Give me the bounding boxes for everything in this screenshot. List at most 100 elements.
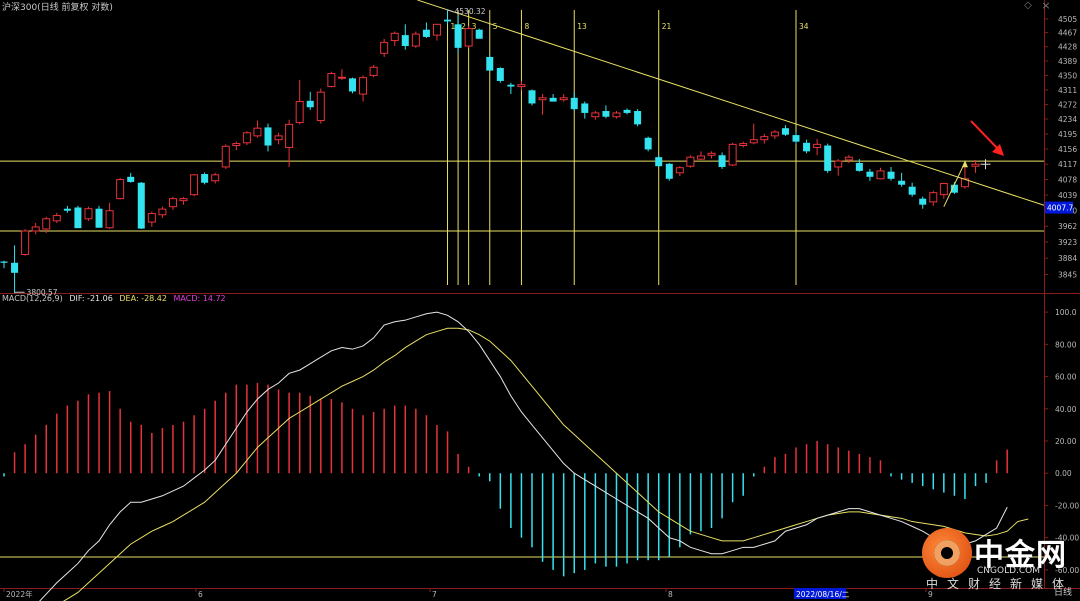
candle-body <box>127 176 135 182</box>
fib-time-label: 13 <box>577 22 587 31</box>
diamond-icon[interactable]: ◇ <box>1022 0 1034 12</box>
candle-body <box>221 145 230 168</box>
candle-body <box>253 127 262 137</box>
price-axis-label: 4039 <box>1058 191 1077 200</box>
candle-body <box>813 143 822 148</box>
candle-body <box>327 73 336 88</box>
red-arrow-icon <box>970 120 1001 152</box>
price-axis-label: 4272 <box>1058 101 1077 110</box>
candle-body <box>739 143 748 147</box>
candle-body <box>908 186 916 195</box>
candle-body <box>190 174 199 196</box>
instrument-title[interactable]: 沪深300(日线 前复权 对数) <box>2 3 113 13</box>
candle-body <box>634 111 642 125</box>
dif-value: DIF: -21.06 <box>69 294 113 303</box>
candle-body <box>707 152 716 156</box>
macd-axis-label: 0.00 <box>1055 469 1072 478</box>
candle-body <box>264 127 272 146</box>
candle-body <box>432 23 441 36</box>
macd-axis-label: 20.00 <box>1055 437 1077 446</box>
candle-body <box>306 100 314 108</box>
candle-body <box>549 97 557 102</box>
candle-body <box>749 139 758 144</box>
macd-axis-label: 60.00 <box>1055 373 1077 382</box>
price-axis-label: 3845 <box>1058 270 1077 279</box>
candle-body <box>464 28 473 47</box>
candle-body <box>939 183 948 196</box>
candle-body <box>855 163 863 171</box>
macd-indicator-name[interactable]: MACD(12,26,9) <box>2 294 63 303</box>
price-axis-label: 3962 <box>1058 222 1077 231</box>
candle-body <box>971 163 980 167</box>
price-axis-label: 3884 <box>1058 254 1077 263</box>
price-axis-label: 4156 <box>1058 145 1077 154</box>
candle-body <box>274 135 283 141</box>
candle-body <box>42 218 51 230</box>
candle-body <box>11 262 19 273</box>
candle-body <box>581 103 589 113</box>
candle-body <box>887 171 895 179</box>
candle-body <box>591 112 600 118</box>
candle-body <box>401 35 409 47</box>
cngold-logo: 中金网 CNGOLD.COM 中文财经新媒体 <box>918 528 1078 591</box>
high-price-label: 4530.32 <box>455 7 486 16</box>
candle-body <box>63 208 71 211</box>
candle-body <box>781 128 789 135</box>
candle-body <box>929 192 938 203</box>
price-axis-label: 4311 <box>1058 86 1077 95</box>
fib-time-label: 34 <box>799 22 809 31</box>
time-axis-label: 7 <box>432 590 437 599</box>
candle-body <box>475 29 483 39</box>
candle-body <box>84 208 93 220</box>
time-axis-label: 2022年 <box>6 589 33 599</box>
candle-body <box>623 109 631 113</box>
time-axis-label: 6 <box>198 590 203 599</box>
candle-body <box>137 182 145 229</box>
candle-body <box>380 41 389 54</box>
candle-body <box>792 135 800 142</box>
candle-body <box>316 91 325 122</box>
candle-body <box>295 101 304 123</box>
dea-value: DEA: -28.42 <box>119 294 167 303</box>
chart-header: 沪深300(日线 前复权 对数) <box>2 0 113 13</box>
candle-body <box>866 171 874 177</box>
macd-legend: MACD(12,26,9) DIF: -21.06 DEA: -28.42 MA… <box>2 294 226 305</box>
candle-body <box>285 123 294 148</box>
candle-body <box>31 226 40 232</box>
candle-body <box>105 210 114 229</box>
candle-body <box>834 160 843 168</box>
time-axis-label: 8 <box>668 590 673 599</box>
candle-body <box>496 68 504 81</box>
fib-time-label: 8 <box>524 22 529 31</box>
candle-body <box>655 157 663 167</box>
current-price-label: 4007.7 <box>1047 204 1073 213</box>
candle-body <box>337 76 346 79</box>
fib-time-label: 21 <box>662 22 672 31</box>
candle-body <box>454 24 462 48</box>
macd-axis-label: 80.00 <box>1055 340 1077 349</box>
price-axis-label: 3923 <box>1058 238 1077 247</box>
candle-body <box>728 143 737 166</box>
candle-body <box>696 155 705 160</box>
candle-body <box>411 33 420 47</box>
candle-body <box>52 215 61 222</box>
price-axis-label: 4389 <box>1058 57 1077 66</box>
cursor-date-label: 2022/08/16/二 <box>796 590 850 599</box>
price-axis-label: 4505 <box>1058 15 1077 24</box>
trend-line[interactable] <box>417 0 1045 206</box>
price-axis-label: 4350 <box>1058 71 1077 80</box>
price-axis-label: 4467 <box>1058 29 1077 38</box>
candle-body <box>824 145 832 171</box>
candle-body <box>116 179 125 200</box>
candle-body <box>168 198 177 208</box>
price-axis-label: 4195 <box>1058 130 1077 139</box>
candle-body <box>602 111 610 117</box>
macd-axis-label: 40.00 <box>1055 405 1077 414</box>
dea-line <box>62 327 1029 601</box>
close-icon[interactable]: × <box>1040 0 1052 12</box>
candle-body <box>718 155 726 167</box>
candle-body <box>528 90 536 104</box>
candle-body <box>559 97 568 101</box>
candle-body <box>665 163 673 179</box>
candle-body <box>211 174 220 182</box>
